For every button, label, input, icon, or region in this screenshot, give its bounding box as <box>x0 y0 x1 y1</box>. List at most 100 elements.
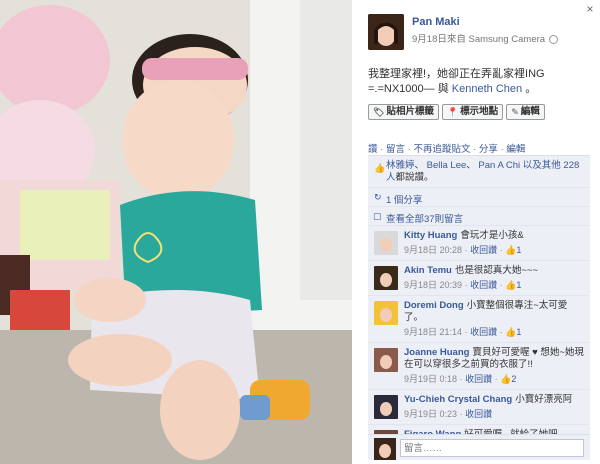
comment-time[interactable]: 9月19日 0:18 <box>404 374 457 384</box>
commenter-avatar[interactable] <box>374 348 398 372</box>
comment-composer <box>368 434 590 460</box>
comment-item: Joanne Huang 寶貝好可愛喔 ♥ 想她~她現在可以穿很多之前買的衣服了!… <box>368 343 590 390</box>
commenter-name[interactable]: Akin Temu <box>404 265 452 276</box>
commenter-avatar-image <box>374 301 398 325</box>
separator: · <box>494 374 498 384</box>
liker-link[interactable]: 林雅婷 <box>386 160 415 171</box>
commenter-avatar-image <box>374 395 398 419</box>
photo-image <box>0 0 352 464</box>
post-header: Pan Maki 9月18日來自 Samsung Camera <box>368 14 588 54</box>
liker-link[interactable]: Bella Lee <box>427 160 467 171</box>
separator: · <box>500 144 504 155</box>
caption-end: 。 <box>525 83 537 95</box>
separator: · <box>499 245 503 255</box>
author-avatar[interactable] <box>368 14 404 50</box>
separator: · <box>473 144 477 155</box>
comment-list: Kitty Huang 會玩才是小孩& 9月18日 20:28 · 收回讚 · 👍1… <box>368 226 590 460</box>
comment-item: Doremi Dong 小寶整個很專注~太可愛了。 9月18日 21:14 · 收回… <box>368 296 590 343</box>
avatar-face <box>380 355 392 369</box>
globe-icon <box>549 34 559 44</box>
commenter-avatar[interactable] <box>374 266 398 290</box>
separator: · <box>464 327 468 337</box>
author-avatar-image <box>368 14 404 50</box>
unlike-link[interactable]: 收回讚 <box>465 374 492 384</box>
tag-photo-button[interactable]: 🏷 貼相片標籤 <box>368 104 439 120</box>
like-link[interactable]: 讚 <box>368 144 378 155</box>
commenter-name[interactable]: Kitty Huang <box>404 230 457 241</box>
commenter-avatar[interactable] <box>374 231 398 255</box>
photo-actions: 🏷 貼相片標籤 📍 標示地點 ✎ 編輯 <box>368 104 545 120</box>
separator: · <box>499 327 503 337</box>
comment-text: 也是很認真大她~~~ <box>454 265 539 276</box>
tag-icon: 🏷 <box>373 107 385 117</box>
separator: · <box>407 144 411 155</box>
photo[interactable] <box>0 0 352 464</box>
separator: · <box>499 280 503 290</box>
edit-link[interactable]: 編輯 <box>506 144 525 155</box>
comment-meta: 9月19日 0:18 · 收回讚 · 👍2 <box>404 372 584 385</box>
separator: · <box>380 144 384 155</box>
viewer-avatar <box>374 438 396 460</box>
share-link[interactable]: 分享 <box>479 144 498 155</box>
edit-button[interactable]: ✎ 編輯 <box>506 104 545 120</box>
comment-like-count[interactable]: 👍1 <box>505 280 521 290</box>
commenter-avatar-image <box>374 348 398 372</box>
comment-body: Kitty Huang 會玩才是小孩& <box>404 230 584 242</box>
like-count: 2 <box>511 374 517 384</box>
comment-like-count[interactable]: 👍2 <box>500 374 516 384</box>
comment-item: Akin Temu 也是很認真大她~~~ 9月18日 20:39 · 收回讚 · 👍… <box>368 261 590 296</box>
comment-time[interactable]: 9月18日 20:39 <box>404 280 462 290</box>
avatar-face <box>380 308 392 322</box>
unlike-link[interactable]: 收回讚 <box>470 280 497 290</box>
author-name[interactable]: Pan Maki <box>412 16 460 28</box>
comment-like-count[interactable]: 👍1 <box>505 327 521 337</box>
comment-text: 小寶好漂亮阿 <box>515 394 573 405</box>
unfollow-link[interactable]: 不再追蹤貼文 <box>413 144 470 155</box>
comment-item: Yu-Chieh Crystal Chang 小寶好漂亮阿 9月19日 0:23 ·… <box>368 390 590 425</box>
view-all-comments[interactable]: ▢ 查看全部37則留言 <box>368 207 590 226</box>
share-icon: ↻ <box>374 192 382 202</box>
like-count: 1 <box>516 280 522 290</box>
commenter-name[interactable]: Joanne Huang <box>404 347 469 358</box>
separator: · <box>459 409 463 419</box>
commenter-name[interactable]: Yu-Chieh Crystal Chang <box>404 394 512 405</box>
comment-time[interactable]: 9月18日 20:28 <box>404 245 462 255</box>
viewer-avatar-image <box>374 438 396 460</box>
comment-time[interactable]: 9月19日 0:23 <box>404 409 457 419</box>
comment-time[interactable]: 9月18日 21:14 <box>404 327 462 337</box>
likes-summary: 👍 林雅婷、 Bella Lee、 Pan A Chi 以及其他 228 人都說… <box>368 156 590 188</box>
info-panel: × Pan Maki 9月18日來自 Samsung Camera 我整理家裡!… <box>352 0 600 464</box>
shares-row[interactable]: ↻ 1 個分享 <box>368 188 590 207</box>
comment-meta: 9月18日 20:39 · 收回讚 · 👍1 <box>404 278 584 291</box>
comment-bubble-icon: ▢ <box>373 211 382 221</box>
comment-body: Doremi Dong 小寶整個很專注~太可愛了。 <box>404 300 584 324</box>
unlike-link[interactable]: 收回讚 <box>465 409 492 419</box>
commenter-avatar[interactable] <box>374 301 398 325</box>
commenter-avatar-image <box>374 231 398 255</box>
view-all-comments-label: 查看全部37則留言 <box>386 214 464 225</box>
separator: · <box>464 280 468 290</box>
commenter-avatar[interactable] <box>374 395 398 419</box>
commenter-name[interactable]: Doremi Dong <box>404 300 464 311</box>
like-count: 1 <box>516 327 522 337</box>
comment-input[interactable] <box>400 439 584 457</box>
liker-link[interactable]: Pan A Chi <box>478 160 520 171</box>
likes-suffix: 都說讚。 <box>395 172 434 183</box>
feedback-box: 👍 林雅婷、 Bella Lee、 Pan A Chi 以及其他 228 人都說… <box>368 155 590 460</box>
photo-viewer: × Pan Maki 9月18日來自 Samsung Camera 我整理家裡!… <box>0 0 600 464</box>
comment-item: Kitty Huang 會玩才是小孩& 9月18日 20:28 · 收回讚 · 👍1 <box>368 226 590 261</box>
comment-link[interactable]: 留言 <box>386 144 405 155</box>
comment-meta: 9月18日 21:14 · 收回讚 · 👍1 <box>404 325 584 338</box>
edit-label: 編輯 <box>520 106 540 117</box>
post-links: 讚 · 留言 · 不再追蹤貼文 · 分享 · 編輯 <box>368 141 525 155</box>
add-location-button[interactable]: 📍 標示地點 <box>441 104 504 120</box>
post-caption: 我整理家裡!，她卻正在弄亂家裡ING =.=NX1000— 與 Kenneth … <box>368 67 588 97</box>
tagged-user-link[interactable]: Kenneth Chen <box>452 83 522 95</box>
comment-body: Akin Temu 也是很認真大她~~~ <box>404 265 584 277</box>
comment-like-count[interactable]: 👍1 <box>505 245 521 255</box>
location-pin-icon: 📍 <box>446 107 459 117</box>
avatar-face <box>380 273 392 287</box>
unlike-link[interactable]: 收回讚 <box>470 327 497 337</box>
like-count: 1 <box>516 245 522 255</box>
unlike-link[interactable]: 收回讚 <box>470 245 497 255</box>
